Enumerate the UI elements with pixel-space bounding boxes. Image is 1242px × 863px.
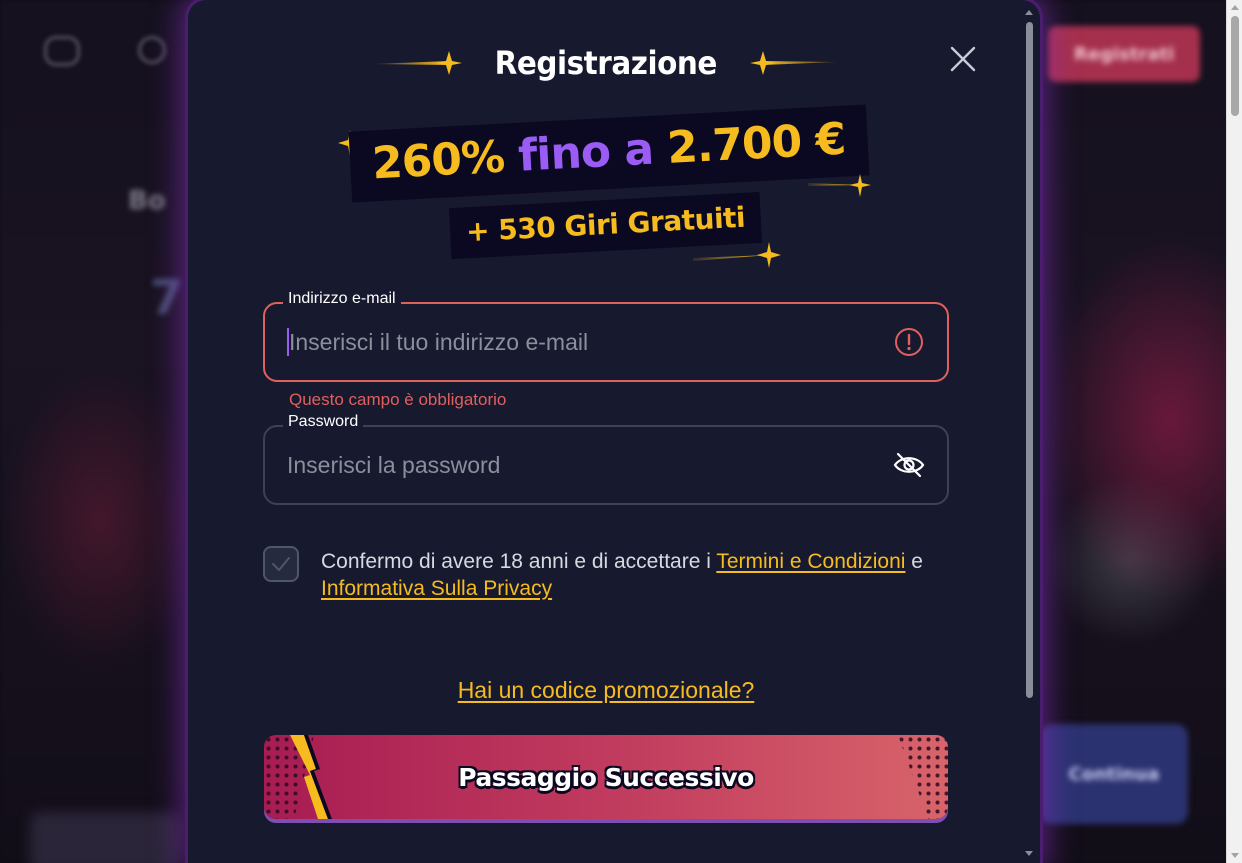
sparkle-line-icon [749, 51, 837, 75]
background-gamepad-icon [44, 36, 80, 66]
background-number: 7 [150, 270, 184, 326]
close-icon [950, 46, 976, 72]
promo-code-row: Hai un codice promozionale? [188, 677, 1024, 704]
terms-checkbox[interactable] [263, 546, 299, 582]
background-card [30, 812, 180, 863]
modal-scrollbar-thumb[interactable] [1026, 22, 1033, 698]
terms-text: Confermo di avere 18 anni e di accettare… [321, 548, 923, 602]
sparkle-icon [808, 174, 871, 197]
check-icon [272, 557, 290, 571]
halftone-lightning-decoration [264, 735, 332, 819]
promo-code-link[interactable]: Hai un codice promozionale? [458, 677, 755, 703]
sparkle-line-icon [375, 51, 463, 75]
terms-link[interactable]: Termini e Condizioni [716, 550, 905, 573]
page-scroll-up-icon[interactable] [1227, 0, 1242, 14]
modal-scrollbar[interactable] [1024, 8, 1034, 858]
email-label: Indirizzo e-mail [283, 290, 401, 308]
background-register-button: Registrati [1048, 26, 1200, 82]
modal-header: Registrazione [188, 44, 1024, 82]
password-field[interactable]: Password [263, 413, 949, 505]
promo-middle: fino a [516, 123, 655, 182]
registration-modal: Registrazione 260% fino a 2.700 € + 530 … [188, 0, 1040, 863]
background-search-icon [138, 36, 166, 64]
modal-scroll-down-icon[interactable] [1025, 851, 1033, 856]
promo-headline: 260% fino a 2.700 € [348, 104, 870, 203]
terms-text-before: Confermo di avere 18 anni e di accettare… [321, 550, 717, 573]
halftone-decoration [898, 735, 948, 819]
next-step-button[interactable]: Passaggio Successivo [264, 735, 948, 819]
background-continue-button: Continua [1040, 724, 1188, 824]
alert-circle-icon [893, 326, 925, 358]
next-step-label: Passaggio Successivo [458, 762, 754, 792]
page-scrollbar[interactable] [1226, 0, 1242, 863]
terms-consent: Confermo di avere 18 anni e di accettare… [263, 546, 953, 602]
email-field[interactable]: Indirizzo e-mail [263, 290, 949, 382]
promo-percent: 260% [370, 131, 506, 190]
password-input[interactable] [287, 451, 893, 479]
sparkle-icon [693, 242, 781, 268]
background-heading: Bo [128, 186, 166, 216]
password-label: Password [283, 413, 364, 431]
eye-off-icon[interactable] [893, 449, 925, 481]
promo-amount: 2.700 € [665, 113, 847, 174]
page-scrollbar-thumb[interactable] [1231, 16, 1239, 116]
close-button[interactable] [948, 44, 978, 74]
modal-scroll-up-icon[interactable] [1025, 10, 1033, 15]
terms-text-middle: e [905, 550, 923, 573]
page-scroll-down-icon[interactable] [1227, 849, 1242, 863]
privacy-link[interactable]: Informativa Sulla Privacy [321, 577, 552, 600]
email-input[interactable] [289, 328, 893, 356]
modal-title: Registrazione [494, 44, 718, 82]
email-error-message: Questo campo è obbligatorio [289, 390, 507, 409]
